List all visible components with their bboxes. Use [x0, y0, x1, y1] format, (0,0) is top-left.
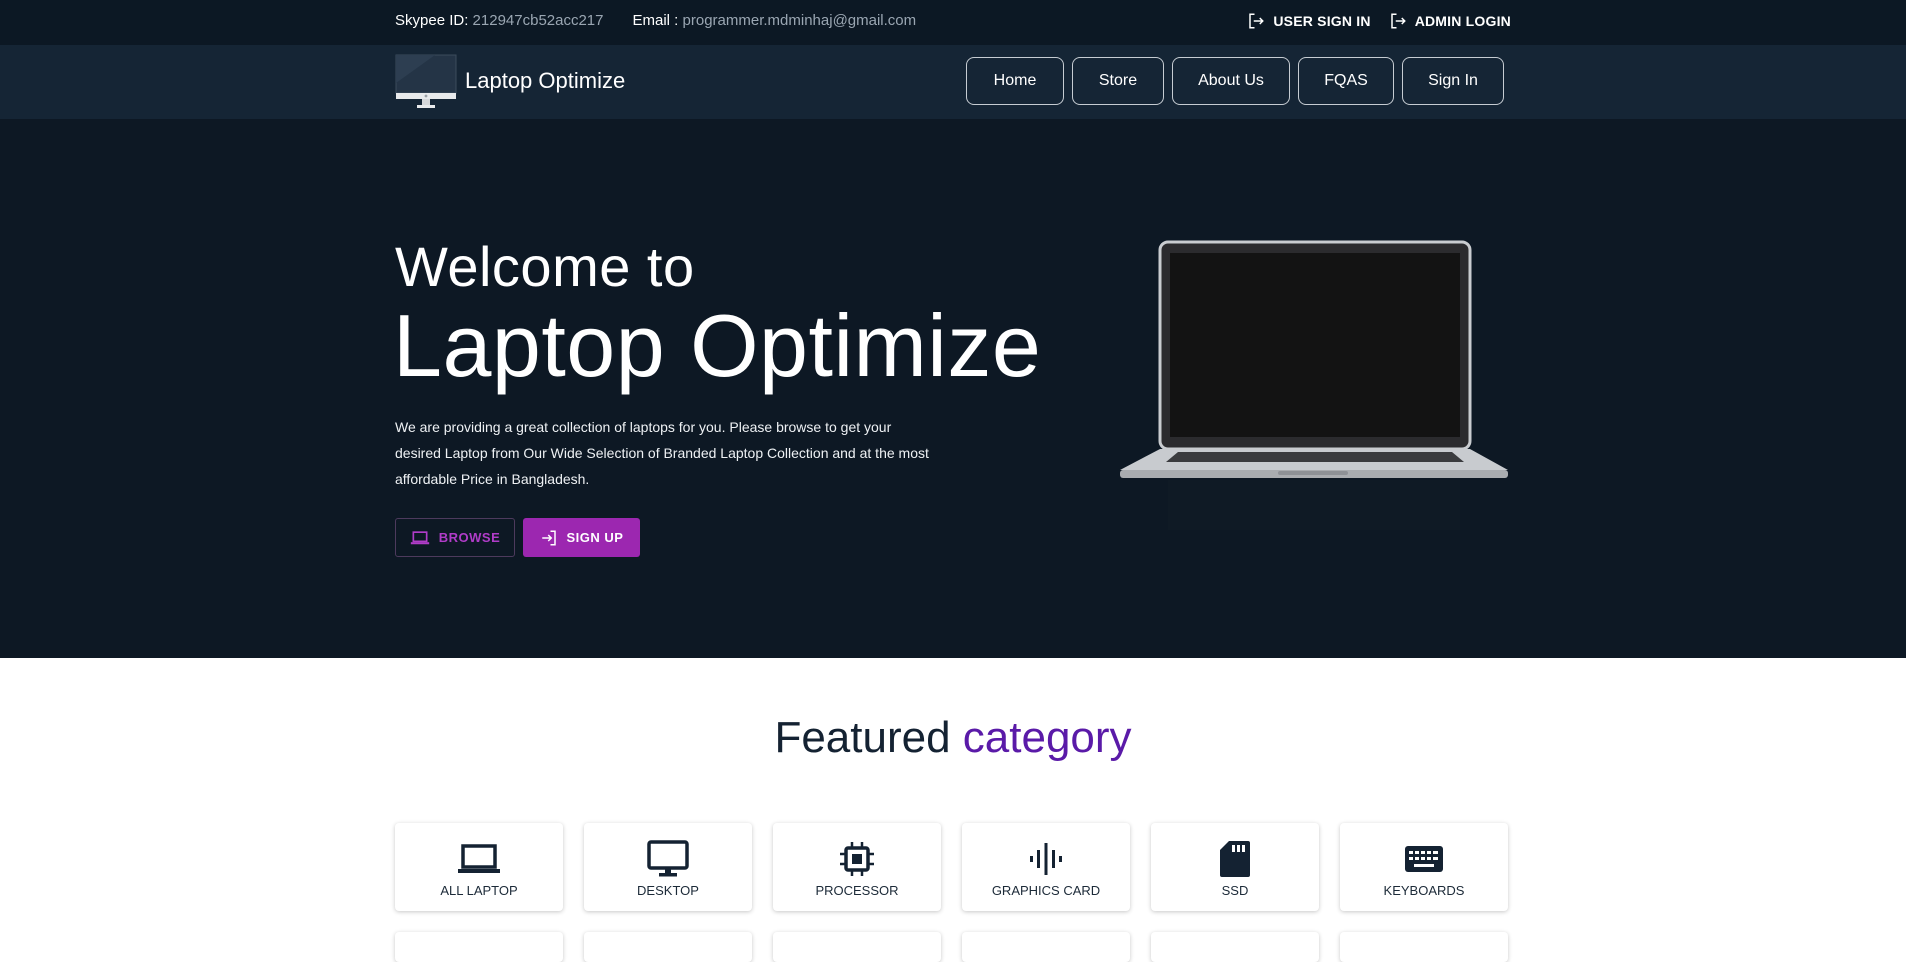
category-grid-row-2: [395, 932, 1508, 962]
brand-name: Laptop Optimize: [465, 68, 626, 93]
category-card[interactable]: [962, 932, 1130, 962]
nav-home[interactable]: Home: [966, 57, 1064, 105]
sign-up-button[interactable]: SIGN UP: [523, 518, 640, 557]
desktop-icon: [647, 840, 689, 877]
skype-label: Skypee ID:: [395, 12, 469, 29]
nav-about-us[interactable]: About Us: [1172, 57, 1290, 105]
nav-links: Home Store About Us FQAS Sign In: [966, 57, 1504, 105]
sign-up-label: SIGN UP: [566, 530, 624, 545]
nav-fqas[interactable]: FQAS: [1298, 57, 1394, 105]
featured-title-main: Featured: [774, 713, 951, 762]
processor-icon: [840, 842, 874, 876]
hero-welcome: Welcome to: [395, 235, 695, 298]
category-card-ssd[interactable]: SSD: [1151, 823, 1319, 911]
category-card-all-laptop[interactable]: ALL LAPTOP: [395, 823, 563, 911]
featured-title-accent: category: [962, 713, 1132, 762]
browse-button[interactable]: BROWSE: [395, 518, 515, 557]
hero-section: Welcome to Laptop Optimize We are provid…: [0, 119, 1906, 658]
category-label: DESKTOP: [637, 883, 699, 898]
featured-heading: Featured category: [0, 713, 1906, 763]
category-card[interactable]: [1340, 932, 1508, 962]
hero-description: We are providing a great collection of l…: [395, 419, 929, 487]
category-label: PROCESSOR: [815, 883, 899, 898]
category-label: ALL LAPTOP: [440, 883, 518, 898]
hero-actions: BROWSE SIGN UP: [395, 518, 640, 557]
email-label: Email :: [632, 12, 679, 29]
login-icon: [1390, 13, 1406, 29]
category-card-desktop[interactable]: DESKTOP: [584, 823, 752, 911]
laptop-icon: [410, 530, 429, 544]
email-value: programmer.mdminhaj@gmail.com: [682, 12, 917, 29]
nav-store[interactable]: Store: [1072, 57, 1164, 105]
keyboard-icon: [1405, 846, 1443, 872]
category-card-processor[interactable]: PROCESSOR: [773, 823, 941, 911]
category-card-graphics-card[interactable]: GRAPHICS CARD: [962, 823, 1130, 911]
email-info: Email : programmer.mdminhaj@gmail.com: [633, 12, 917, 29]
laptop-image: [1120, 240, 1508, 530]
category-label: KEYBOARDS: [1383, 883, 1465, 898]
skype-info: Skypee ID: 212947cb52acc217: [395, 12, 604, 29]
login-icon: [541, 530, 556, 545]
category-card[interactable]: [1151, 932, 1319, 962]
navbar: Laptop Optimize Home Store About Us FQAS…: [0, 45, 1906, 119]
user-sign-in-label: USER SIGN IN: [1273, 13, 1371, 29]
skype-value: 212947cb52acc217: [472, 12, 604, 29]
login-icon: [1249, 13, 1265, 29]
top-bar: Skypee ID: 212947cb52acc217 Email : prog…: [0, 0, 1906, 45]
category-grid: ALL LAPTOP DESKTOP PROCESSOR GRAPHICS CA…: [395, 823, 1508, 911]
admin-login-link[interactable]: ADMIN LOGIN: [1389, 12, 1511, 30]
admin-login-label: ADMIN LOGIN: [1414, 13, 1511, 29]
category-card[interactable]: [773, 932, 941, 962]
category-label: SSD: [1221, 883, 1249, 898]
ssd-icon: [1220, 841, 1250, 877]
monitor-logo-icon: [395, 54, 457, 108]
category-card[interactable]: [395, 932, 563, 962]
browse-label: BROWSE: [438, 530, 501, 545]
contact-info: Skypee ID: 212947cb52acc217 Email : prog…: [395, 12, 916, 29]
brand[interactable]: Laptop Optimize: [395, 53, 625, 109]
graphics-card-icon: [1030, 843, 1062, 875]
hero-title: Laptop Optimize: [393, 296, 1042, 395]
category-label: GRAPHICS CARD: [991, 883, 1101, 898]
user-sign-in-link[interactable]: USER SIGN IN: [1247, 12, 1370, 30]
auth-links: USER SIGN IN ADMIN LOGIN: [1247, 12, 1511, 30]
nav-sign-in[interactable]: Sign In: [1402, 57, 1504, 105]
laptop-icon: [458, 844, 500, 873]
category-card-keyboards[interactable]: KEYBOARDS: [1340, 823, 1508, 911]
category-card[interactable]: [584, 932, 752, 962]
